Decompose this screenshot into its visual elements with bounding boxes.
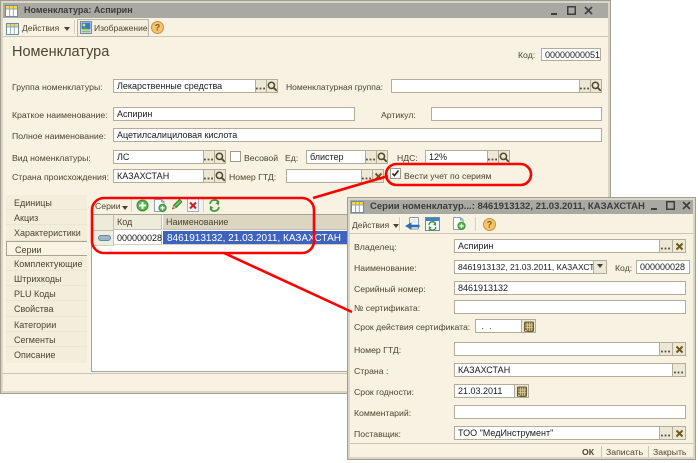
- svg-text:?: ?: [487, 220, 493, 230]
- svg-text:?: ?: [155, 23, 161, 33]
